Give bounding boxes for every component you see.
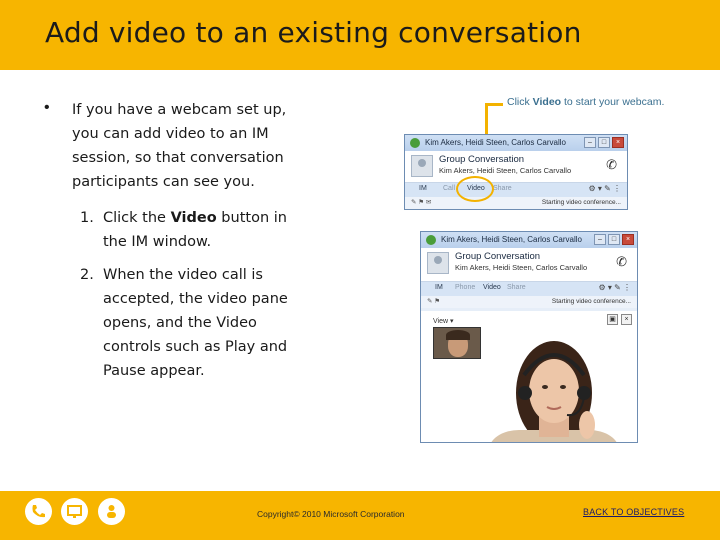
callout-text: Click Video to start your webcam. xyxy=(507,96,665,108)
hangup-phone-icon: ✆ xyxy=(616,254,627,269)
hangup-phone-icon: ✆ xyxy=(606,157,617,172)
minimize-icon: – xyxy=(594,234,606,245)
window-titlebar: Kim Akers, Heidi Steen, Carlos Carvallo … xyxy=(405,135,627,151)
edit-icon: ✎ ⚑ xyxy=(427,298,441,305)
slide-title: Add video to an existing conversation xyxy=(45,16,582,49)
bullet-text: If you have a webcam set up, you can add… xyxy=(72,102,287,190)
bullet-marker: • xyxy=(44,99,50,116)
close-icon: × xyxy=(612,137,624,148)
person-icon[interactable] xyxy=(98,498,125,525)
status-text: Starting video conference... xyxy=(541,199,621,206)
conversation-title: Group Conversation xyxy=(455,251,541,262)
phone-icon[interactable] xyxy=(25,498,52,525)
presentation-icon[interactable] xyxy=(61,498,88,525)
tab-im: IM xyxy=(435,284,443,291)
status-text: Starting video conference... xyxy=(551,298,631,305)
avatar xyxy=(427,252,449,274)
participants: Kim Akers, Heidi Steen, Carlos Carvallo xyxy=(439,166,572,175)
tab-im: IM xyxy=(419,185,427,192)
step-text: Click the Video button in the IM window. xyxy=(103,210,287,250)
minimize-icon: – xyxy=(584,137,596,148)
im-window-screenshot-1: Kim Akers, Heidi Steen, Carlos Carvallo … xyxy=(404,134,628,210)
toolbar-icons: ⚙ ▾ ✎ ⋮ xyxy=(598,283,631,292)
conversation-header: Group Conversation Kim Akers, Heidi Stee… xyxy=(421,248,637,282)
status-row: ✎ ⚑ ✉ Starting video conference... xyxy=(405,197,627,209)
toolbar-icons: ⚙ ▾ ✎ ⋮ xyxy=(588,184,621,193)
video-highlight-circle xyxy=(456,176,494,202)
window-titlebar: Kim Akers, Heidi Steen, Carlos Carvallo … xyxy=(421,232,637,248)
video-pane: ▣ × View ▾ xyxy=(421,311,637,442)
avatar xyxy=(411,155,433,177)
lync-app-icon xyxy=(426,235,436,245)
remote-participant-video xyxy=(491,341,617,442)
video-close-icon: × xyxy=(621,314,632,325)
tab-share: Share xyxy=(507,284,526,291)
maximize-icon: □ xyxy=(598,137,610,148)
tab-video: Video xyxy=(483,284,501,291)
tab-call: Call xyxy=(443,185,456,192)
conversation-title: Group Conversation xyxy=(439,154,525,165)
modality-tabs: IM Phone Video Share ⚙ ▾ ✎ ⋮ xyxy=(421,282,637,296)
back-to-objectives-link[interactable]: BACK TO OBJECTIVES xyxy=(583,507,684,517)
conversation-header: Group Conversation Kim Akers, Heidi Stee… xyxy=(405,151,627,183)
tab-share: Share xyxy=(493,185,512,192)
status-row: ✎ ⚑ Starting video conference... xyxy=(421,296,637,308)
lync-app-icon xyxy=(410,138,420,148)
view-button: View ▾ xyxy=(433,318,454,325)
modality-tabs: IM Call Video Share ⚙ ▾ ✎ ⋮ xyxy=(405,183,627,197)
maximize-icon: □ xyxy=(608,234,620,245)
step-text: When the video call is accepted, the vid… xyxy=(103,267,288,379)
step-number: 2. xyxy=(80,267,94,283)
video-settings-icon: ▣ xyxy=(607,314,618,325)
close-icon: × xyxy=(622,234,634,245)
participants: Kim Akers, Heidi Steen, Carlos Carvallo xyxy=(455,263,588,272)
copyright-text: Copyright© 2010 Microsoft Corporation xyxy=(257,509,405,519)
edit-icon: ✎ ⚑ ✉ xyxy=(411,199,432,206)
im-window-screenshot-2: Kim Akers, Heidi Steen, Carlos Carvallo … xyxy=(420,231,638,443)
tab-phone: Phone xyxy=(455,284,476,291)
step-number: 1. xyxy=(80,210,94,226)
